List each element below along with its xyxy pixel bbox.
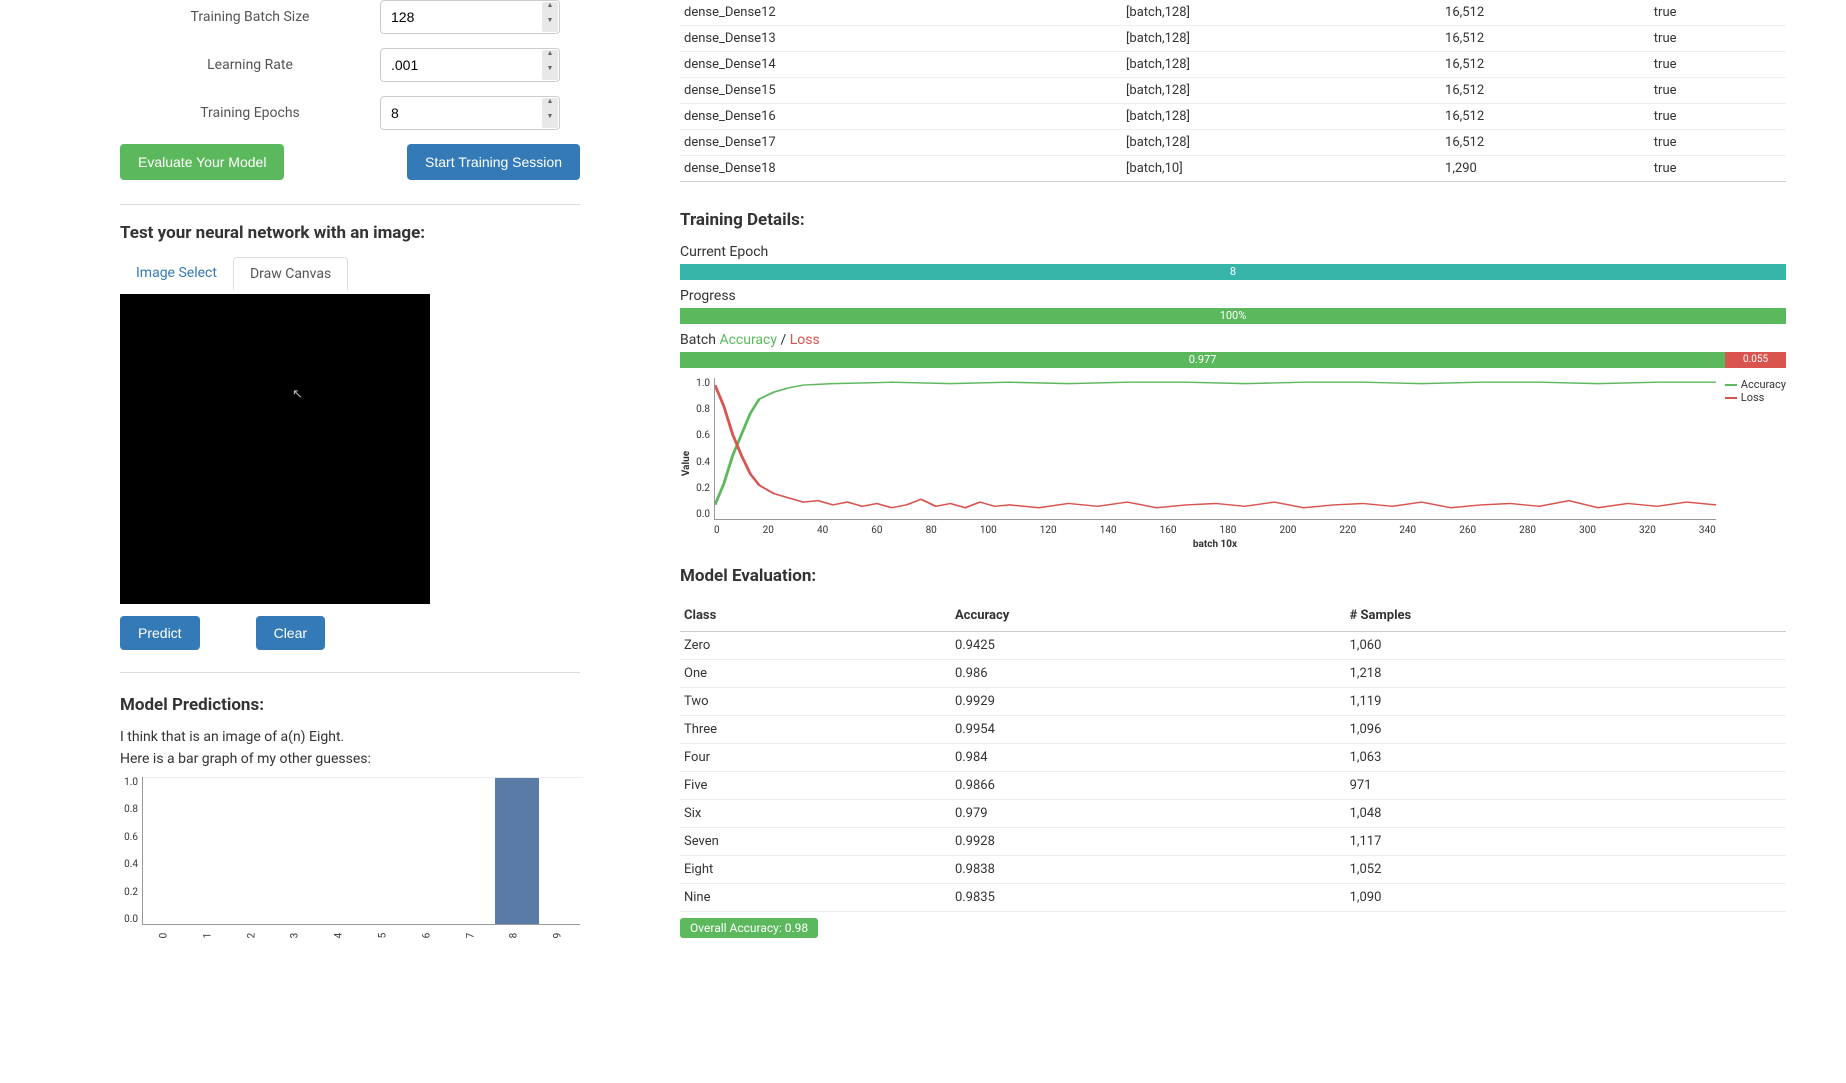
table-row: One0.9861,218	[680, 660, 1786, 688]
table-row: Zero0.94251,060	[680, 632, 1786, 660]
training-details-heading: Training Details:	[680, 210, 1786, 230]
predict-button[interactable]: Predict	[120, 616, 200, 650]
tab-draw-canvas[interactable]: Draw Canvas	[233, 257, 348, 290]
evaluation-heading: Model Evaluation:	[680, 566, 1786, 586]
accuracy-bar: 0.977	[680, 352, 1725, 368]
table-row: dense_Dense14[batch,128]16,512true	[680, 52, 1786, 78]
table-row: dense_Dense17[batch,128]16,512true	[680, 130, 1786, 156]
table-row: Six0.9791,048	[680, 800, 1786, 828]
table-row: dense_Dense16[batch,128]16,512true	[680, 104, 1786, 130]
predictions-bar-chart: 1.00.80.60.40.20.0 0123456789	[120, 777, 580, 937]
epochs-label: Training Epochs	[120, 105, 380, 121]
accuracy-line	[715, 382, 1716, 505]
evaluation-table: Class Accuracy # Samples Zero0.94251,060…	[680, 600, 1786, 912]
prediction-text-2: Here is a bar graph of my other guesses:	[120, 751, 580, 767]
spinner-icon[interactable]: ▲▼	[542, 2, 558, 32]
prediction-text-1: I think that is an image of a(n) Eight.	[120, 729, 580, 745]
clear-button[interactable]: Clear	[256, 616, 325, 650]
predictions-heading: Model Predictions:	[120, 695, 580, 715]
table-row: Nine0.98351,090	[680, 884, 1786, 912]
learning-rate-input[interactable]	[380, 48, 560, 82]
epoch-bar: 8	[680, 264, 1786, 280]
spinner-icon[interactable]: ▲▼	[542, 98, 558, 128]
test-heading: Test your neural network with an image:	[120, 223, 580, 243]
loss-bar: 0.055	[1725, 352, 1786, 368]
table-row: Seven0.99281,117	[680, 828, 1786, 856]
epochs-input[interactable]	[380, 96, 560, 130]
loss-line	[715, 385, 1716, 508]
table-row: Three0.99541,096	[680, 716, 1786, 744]
legend-accuracy: Accuracy	[1741, 378, 1786, 391]
evaluate-button[interactable]: Evaluate Your Model	[120, 144, 284, 180]
col-samples: # Samples	[1346, 600, 1786, 632]
table-row: Two0.99291,119	[680, 688, 1786, 716]
table-row: dense_Dense12[batch,128]16,512true	[680, 0, 1786, 26]
progress-label: Progress	[680, 288, 1786, 304]
drawing-canvas[interactable]: ↖	[120, 294, 430, 604]
table-row: Eight0.98381,052	[680, 856, 1786, 884]
table-row: Four0.9841,063	[680, 744, 1786, 772]
table-row: dense_Dense18[batch,10]1,290true	[680, 156, 1786, 182]
current-epoch-label: Current Epoch	[680, 244, 1786, 260]
overall-accuracy-badge: Overall Accuracy: 0.98	[680, 918, 818, 938]
tab-image-select[interactable]: Image Select	[120, 257, 233, 290]
batch-size-label: Training Batch Size	[120, 9, 380, 25]
col-accuracy: Accuracy	[951, 600, 1346, 632]
progress-bar: 100%	[680, 308, 1786, 324]
table-row: dense_Dense13[batch,128]16,512true	[680, 26, 1786, 52]
batch-size-input[interactable]	[380, 0, 560, 34]
spinner-icon[interactable]: ▲▼	[542, 50, 558, 80]
learning-rate-label: Learning Rate	[120, 57, 380, 73]
layers-table: dense_Dense12[batch,128]16,512truedense_…	[680, 0, 1786, 182]
training-line-chart: Value 1.00.80.60.40.20.0 020406080100120…	[680, 378, 1786, 538]
cursor-icon: ↖	[292, 387, 303, 402]
batch-metrics-label: Batch Accuracy / Loss	[680, 332, 1786, 348]
table-row: dense_Dense15[batch,128]16,512true	[680, 78, 1786, 104]
table-row: Five0.9866971	[680, 772, 1786, 800]
start-training-button[interactable]: Start Training Session	[407, 144, 580, 180]
col-class: Class	[680, 600, 951, 632]
legend-loss: Loss	[1741, 391, 1765, 404]
